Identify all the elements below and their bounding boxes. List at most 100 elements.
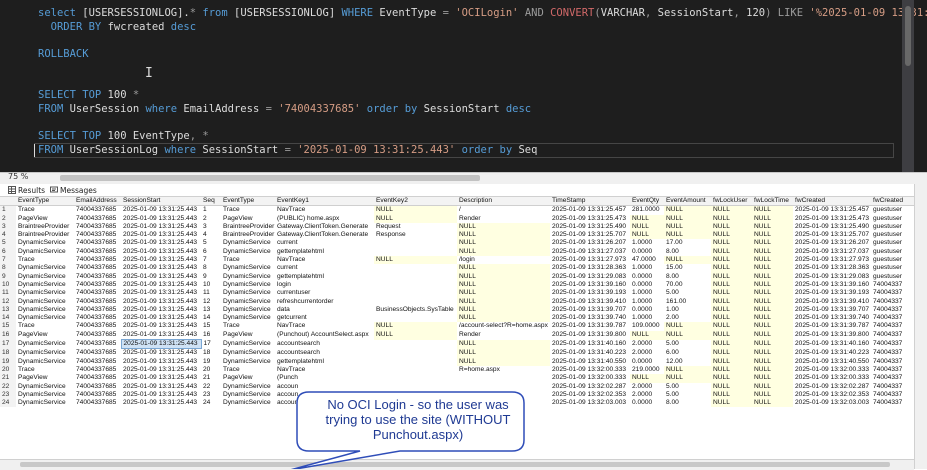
grid-cell[interactable]: Trace (221, 206, 275, 215)
row-number[interactable]: 24 (0, 399, 16, 408)
grid-cell[interactable]: 74004337685 (74, 281, 121, 289)
grid-cell[interactable]: 10 (201, 281, 221, 289)
grid-cell[interactable]: 74004337 (871, 322, 914, 330)
grid-cell[interactable]: 17.00 (664, 239, 711, 247)
grid-cell[interactable]: 16 (201, 331, 221, 340)
grid-cell[interactable]: DynamicService (16, 306, 74, 314)
grid-cell[interactable]: 2025-01-09 13:32:00.333 (550, 366, 630, 374)
grid-cell[interactable]: 2025-01-09 13:31:25.443 (121, 314, 201, 322)
table-row[interactable]: 5 DynamicService 74004337685 2025-01-09 13:… (0, 239, 914, 248)
grid-cell[interactable]: NULL (711, 272, 752, 281)
grid-cell[interactable]: NULL (457, 222, 550, 232)
grid-cell[interactable]: NULL (374, 214, 457, 223)
grid-cell[interactable]: Trace (221, 256, 275, 264)
grid-cell[interactable]: gettemplatehtml (275, 273, 374, 281)
grid-cell[interactable]: DynamicService (16, 289, 74, 297)
scrollbar-thumb[interactable] (905, 6, 911, 66)
row-number[interactable]: 23 (0, 390, 16, 400)
grid-cell[interactable]: 22 (201, 383, 221, 391)
grid-cell[interactable]: DynamicService (16, 383, 74, 391)
column-header[interactable]: fwCreated (793, 197, 871, 207)
grid-cell[interactable]: (PUBLIC) home.aspx (275, 215, 374, 223)
grid-cell[interactable]: 0.0000 (630, 248, 664, 256)
row-number[interactable]: 8 (0, 264, 16, 273)
grid-cell[interactable]: 74004337 (871, 383, 914, 391)
grid-cell[interactable]: 219.0000 (630, 366, 664, 374)
sql-line[interactable]: ORDER BY fwcreated desc (38, 21, 196, 34)
grid-cell[interactable]: 74004337685 (74, 273, 121, 281)
grid-cell[interactable]: 2025-01-09 13:31:25.443 (121, 281, 201, 289)
grid-cell[interactable]: 2025-01-09 13:31:25.457 (793, 206, 871, 215)
grid-cell[interactable]: 2025-01-09 13:31:25.443 (121, 264, 201, 272)
grid-cell[interactable]: 8.00 (664, 273, 711, 281)
row-number[interactable]: 4 (0, 231, 16, 240)
row-number[interactable]: 5 (0, 239, 16, 248)
grid-cell[interactable]: DynamicService (16, 273, 74, 281)
row-number[interactable]: 22 (0, 382, 16, 391)
grid-cell[interactable]: BraintreeProvider (221, 223, 275, 231)
grid-cell[interactable]: 12 (201, 298, 221, 306)
grid-cell[interactable]: NULL (457, 247, 550, 257)
grid-cell[interactable]: 8.00 (664, 248, 711, 256)
row-number[interactable]: 1 (0, 205, 16, 215)
grid-cell[interactable]: DynamicService (221, 399, 275, 407)
grid-cell[interactable]: 74004337 (871, 331, 914, 340)
grid-cell[interactable] (374, 366, 457, 374)
row-number[interactable]: 11 (0, 289, 16, 298)
grid-cell[interactable]: 2025-01-09 13:31:25.443 (121, 349, 201, 358)
grid-cell[interactable]: 5.00 (664, 391, 711, 399)
grid-cell[interactable]: 2025-01-09 13:31:25.443 (121, 399, 201, 407)
column-header[interactable]: EventType (221, 197, 275, 207)
grid-cell[interactable]: guestuser (871, 223, 914, 231)
grid-cell[interactable]: guestuser (871, 273, 914, 281)
grid-cell[interactable]: 15 (201, 322, 221, 330)
grid-cell[interactable]: NULL (630, 231, 664, 240)
grid-cell[interactable]: NavTrace (275, 322, 374, 330)
grid-cell[interactable]: data (275, 306, 374, 314)
grid-cell[interactable]: 2025-01-09 13:31:40.223 (793, 349, 871, 358)
grid-cell[interactable]: 74004337685 (74, 349, 121, 358)
grid-cell[interactable]: 14 (201, 314, 221, 322)
grid-cell[interactable]: NULL (752, 205, 793, 215)
grid-cell[interactable]: 2025-01-09 13:31:39.160 (793, 281, 871, 289)
grid-cell[interactable] (374, 248, 457, 256)
grid-cell[interactable]: 2025-01-09 13:31:25.443 (121, 366, 201, 374)
grid-cell[interactable]: 8.00 (664, 399, 711, 407)
grid-cell[interactable]: BraintreeProvider (221, 231, 275, 239)
grid-cell[interactable]: Trace (16, 366, 74, 374)
grid-cell[interactable]: NULL (752, 374, 793, 383)
grid-cell[interactable]: NULL (630, 330, 664, 340)
grid-cell[interactable]: 74004337 (871, 314, 914, 322)
tab-messages[interactable]: Messages (50, 185, 97, 196)
grid-cell[interactable]: NULL (374, 205, 457, 215)
grid-cell[interactable]: DynamicService (221, 358, 275, 366)
grid-cell[interactable]: NULL (752, 330, 793, 340)
column-header[interactable]: TimeStamp (550, 197, 630, 207)
grid-cell[interactable]: DynamicService (16, 264, 74, 272)
table-row[interactable]: 6 DynamicService 74004337685 2025-01-09 13:… (0, 247, 914, 257)
grid-cell[interactable]: NULL (711, 297, 752, 306)
grid-cell[interactable]: 2025-01-09 13:31:25.443 (121, 215, 201, 223)
grid-cell[interactable]: 2025-01-09 13:31:25.443 (121, 206, 201, 215)
grid-cell[interactable]: 74004337685 (74, 331, 121, 340)
grid-cell[interactable]: 2025-01-09 13:31:25.443 (121, 358, 201, 366)
grid-cell[interactable]: 2025-01-09 13:32:00.333 (550, 374, 630, 382)
grid-cell[interactable]: DynamicService (221, 289, 275, 297)
grid-cell[interactable]: DynamicService (221, 383, 275, 391)
grid-cell[interactable]: NULL (457, 289, 550, 298)
grid-cell[interactable]: NULL (752, 399, 793, 408)
grid-cell[interactable]: NavTrace (275, 256, 374, 264)
grid-cell[interactable]: NULL (664, 231, 711, 240)
grid-cell[interactable]: NULL (664, 374, 711, 383)
grid-cell[interactable]: BusinessObjects.SysTable (374, 306, 457, 314)
column-header[interactable]: Description (457, 197, 550, 207)
grid-cell[interactable]: 74004337685 (74, 223, 121, 231)
grid-cell[interactable]: /account-select?R=home.aspx (457, 322, 550, 330)
grid-cell[interactable]: getcurrent (275, 314, 374, 322)
grid-cell[interactable]: 2025-01-09 13:31:25.443 (121, 374, 201, 382)
grid-cell[interactable]: Gateway.ClientToken.Generate (275, 223, 374, 231)
grid-cell[interactable]: 2025-01-09 13:31:40.160 (550, 340, 630, 349)
grid-cell[interactable]: NULL (752, 289, 793, 298)
grid-cell[interactable]: 2025-01-09 13:31:25.443 (121, 231, 201, 239)
grid-cell[interactable]: Trace (221, 322, 275, 330)
